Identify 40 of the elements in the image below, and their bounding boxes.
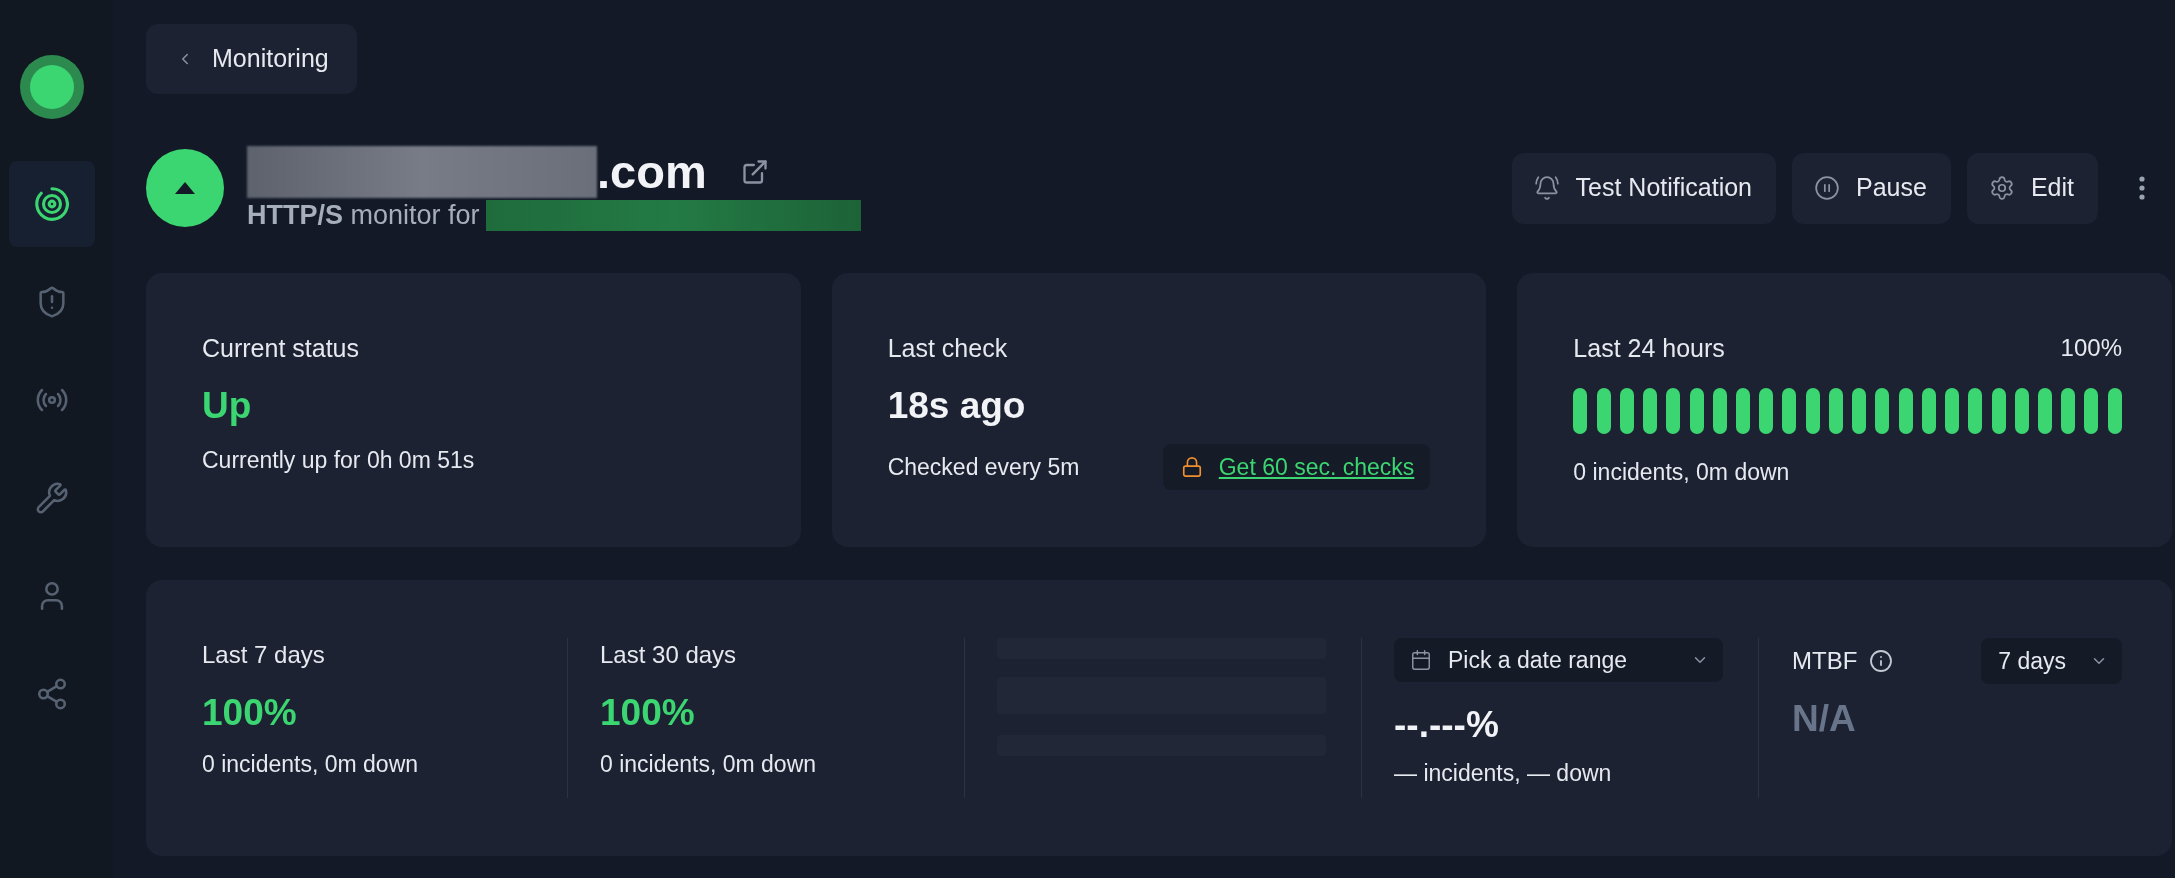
lock-icon [1180, 456, 1203, 478]
mtbf-value: N/A [1792, 697, 1857, 741]
status-detail: Currently up for 0h 0m 51s [202, 446, 476, 475]
share-icon [35, 677, 69, 711]
period-dropdown[interactable]: 7 days [1981, 638, 2122, 684]
range-percent: --.---% [1394, 703, 1500, 747]
incidents-summary: 0 incidents, 0m down [1573, 458, 1791, 487]
card-label: Last check [887, 333, 1009, 363]
range-detail: — incidents, — down [1394, 759, 1613, 788]
uptime-percent: 100% [2060, 333, 2122, 363]
back-button[interactable]: Monitoring [146, 24, 357, 94]
card-label: Last 24 hours [1573, 333, 1725, 363]
period-percent: 100% [202, 691, 298, 735]
last-check-value: 18s ago [887, 384, 1027, 428]
card-label: Current status [202, 333, 360, 363]
external-link-icon[interactable] [740, 158, 769, 186]
calendar-icon [1410, 649, 1432, 671]
bell-icon [1533, 175, 1560, 201]
sidebar-nav-item[interactable] [9, 161, 95, 247]
period-label: Last 7 days [202, 640, 326, 670]
edit-button[interactable]: Edit [1966, 152, 2098, 224]
period-label: Last 30 days [600, 640, 738, 670]
monitor-title: .com [597, 145, 707, 199]
mtbf-label: MTBF [1792, 646, 1858, 676]
pause-icon [1814, 175, 1840, 201]
settings-icon [1988, 175, 2015, 201]
status-value: Up [202, 384, 253, 428]
pause-button[interactable]: Pause [1792, 152, 1951, 224]
check-interval: Checked every 5m [887, 453, 1080, 482]
target-icon [35, 187, 69, 221]
period-detail: 0 incidents, 0m down [600, 750, 818, 779]
monitor-subtitle: HTTP/S monitor for [247, 199, 480, 231]
period-percent: 100% [600, 691, 696, 735]
test-notification-button[interactable]: Test Notification [1511, 152, 1776, 224]
wrench-icon [35, 481, 69, 515]
info-icon[interactable] [1869, 649, 1894, 673]
kebab-icon [2139, 176, 2145, 200]
upgrade-link[interactable]: Get 60 sec. checks [1218, 449, 1415, 485]
date-range-dropdown[interactable]: Pick a date range [1394, 638, 1723, 682]
period-detail: 0 incidents, 0m down [202, 750, 420, 779]
